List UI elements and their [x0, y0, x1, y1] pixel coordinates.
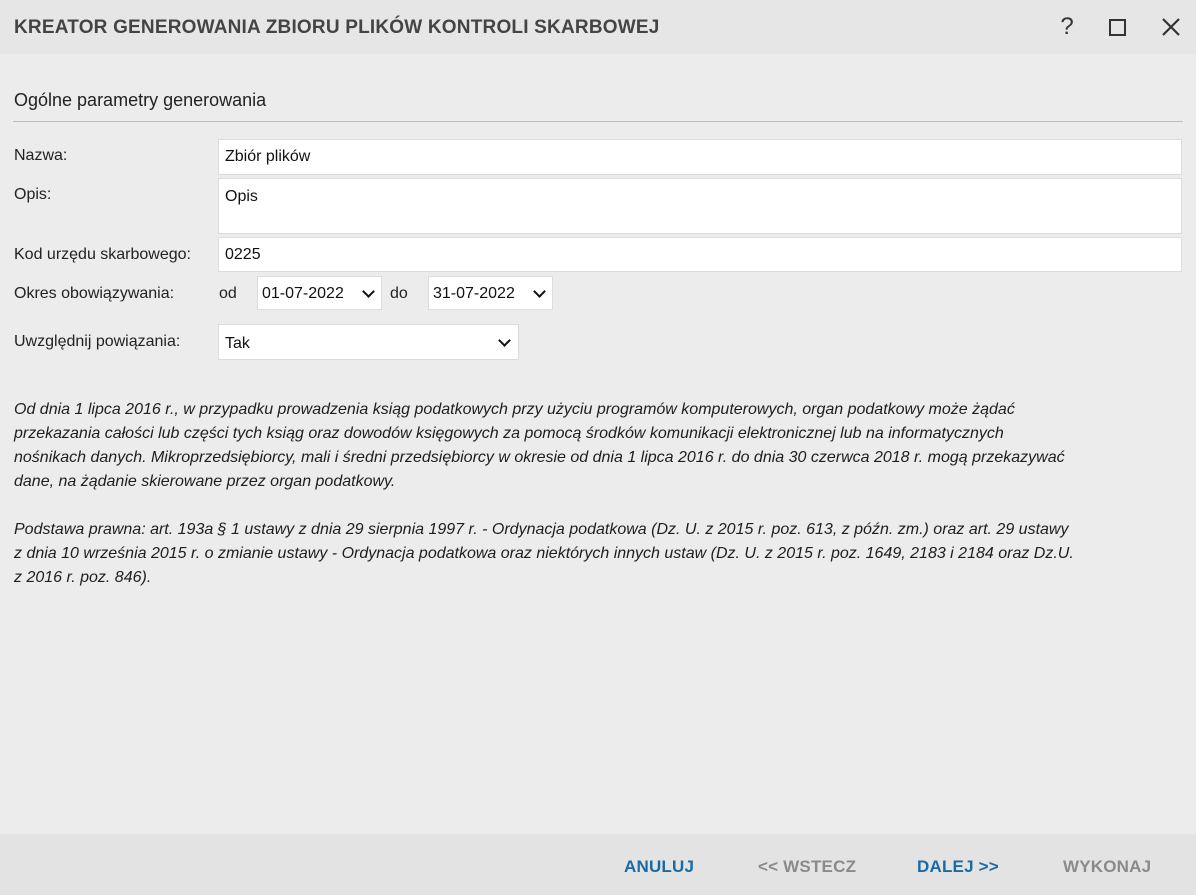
section-divider	[13, 121, 1183, 122]
legal-line: Podstawa prawna: art. 193a § 1 ustawy z …	[14, 521, 1069, 538]
to-label: do	[390, 285, 408, 302]
window-title: KREATOR GENEROWANIA ZBIORU PLIKÓW KONTRO…	[14, 17, 660, 38]
title-bar: KREATOR GENEROWANIA ZBIORU PLIKÓW KONTRO…	[0, 0, 1196, 54]
execute-button[interactable]: WYKONAJ	[1063, 857, 1151, 877]
period-label: Okres obowiązywania:	[14, 285, 175, 302]
close-button[interactable]	[1154, 10, 1188, 44]
description-label: Opis:	[14, 186, 52, 203]
relations-select[interactable]: Tak	[218, 324, 519, 360]
info-line: dane, na żądanie skierowane przez organ …	[14, 473, 396, 490]
relations-label: Uwzględnij powiązania:	[14, 333, 181, 350]
legal-line: z dnia 10 września 2015 r. o zmianie ust…	[14, 545, 1074, 562]
next-button[interactable]: DALEJ >>	[917, 857, 999, 877]
footer-bar	[0, 834, 1196, 895]
description-value: Opis	[225, 188, 258, 205]
info-paragraph: Od dnia 1 lipca 2016 r., w przypadku pro…	[14, 398, 1179, 494]
name-input-value: Zbiór plików	[225, 148, 311, 165]
maximize-button[interactable]	[1100, 10, 1134, 44]
maximize-icon	[1108, 18, 1126, 36]
from-date-select[interactable]: 01-07-2022	[257, 276, 382, 310]
tax-office-label: Kod urzędu skarbowego:	[14, 246, 191, 263]
tax-office-value: 0225	[225, 246, 261, 263]
tax-office-input[interactable]: 0225	[218, 237, 1182, 272]
description-textarea[interactable]: Opis	[218, 178, 1182, 234]
info-line: przekazania całości lub części tych ksią…	[14, 425, 1004, 442]
help-button[interactable]: ?	[1050, 10, 1084, 44]
help-icon: ?	[1060, 13, 1074, 40]
section-title: Ogólne parametry generowania	[14, 90, 267, 110]
cancel-button[interactable]: ANULUJ	[624, 857, 694, 877]
info-line: Od dnia 1 lipca 2016 r., w przypadku pro…	[14, 401, 1015, 418]
info-line: nośnikach danych. Mikroprzedsiębiorcy, m…	[14, 449, 1065, 466]
name-input[interactable]: Zbiór plików	[218, 139, 1182, 175]
to-date-value: 31-07-2022	[433, 285, 515, 302]
name-label: Nazwa:	[14, 147, 68, 164]
from-date-value: 01-07-2022	[262, 285, 344, 302]
to-date-select[interactable]: 31-07-2022	[428, 276, 553, 310]
legal-line: z 2016 r. poz. 846).	[14, 569, 152, 586]
relations-value: Tak	[225, 335, 250, 352]
legal-basis-paragraph: Podstawa prawna: art. 193a § 1 ustawy z …	[14, 518, 1179, 590]
from-label: od	[219, 285, 237, 302]
close-icon	[1162, 18, 1180, 36]
back-button[interactable]: << WSTECZ	[758, 857, 856, 877]
